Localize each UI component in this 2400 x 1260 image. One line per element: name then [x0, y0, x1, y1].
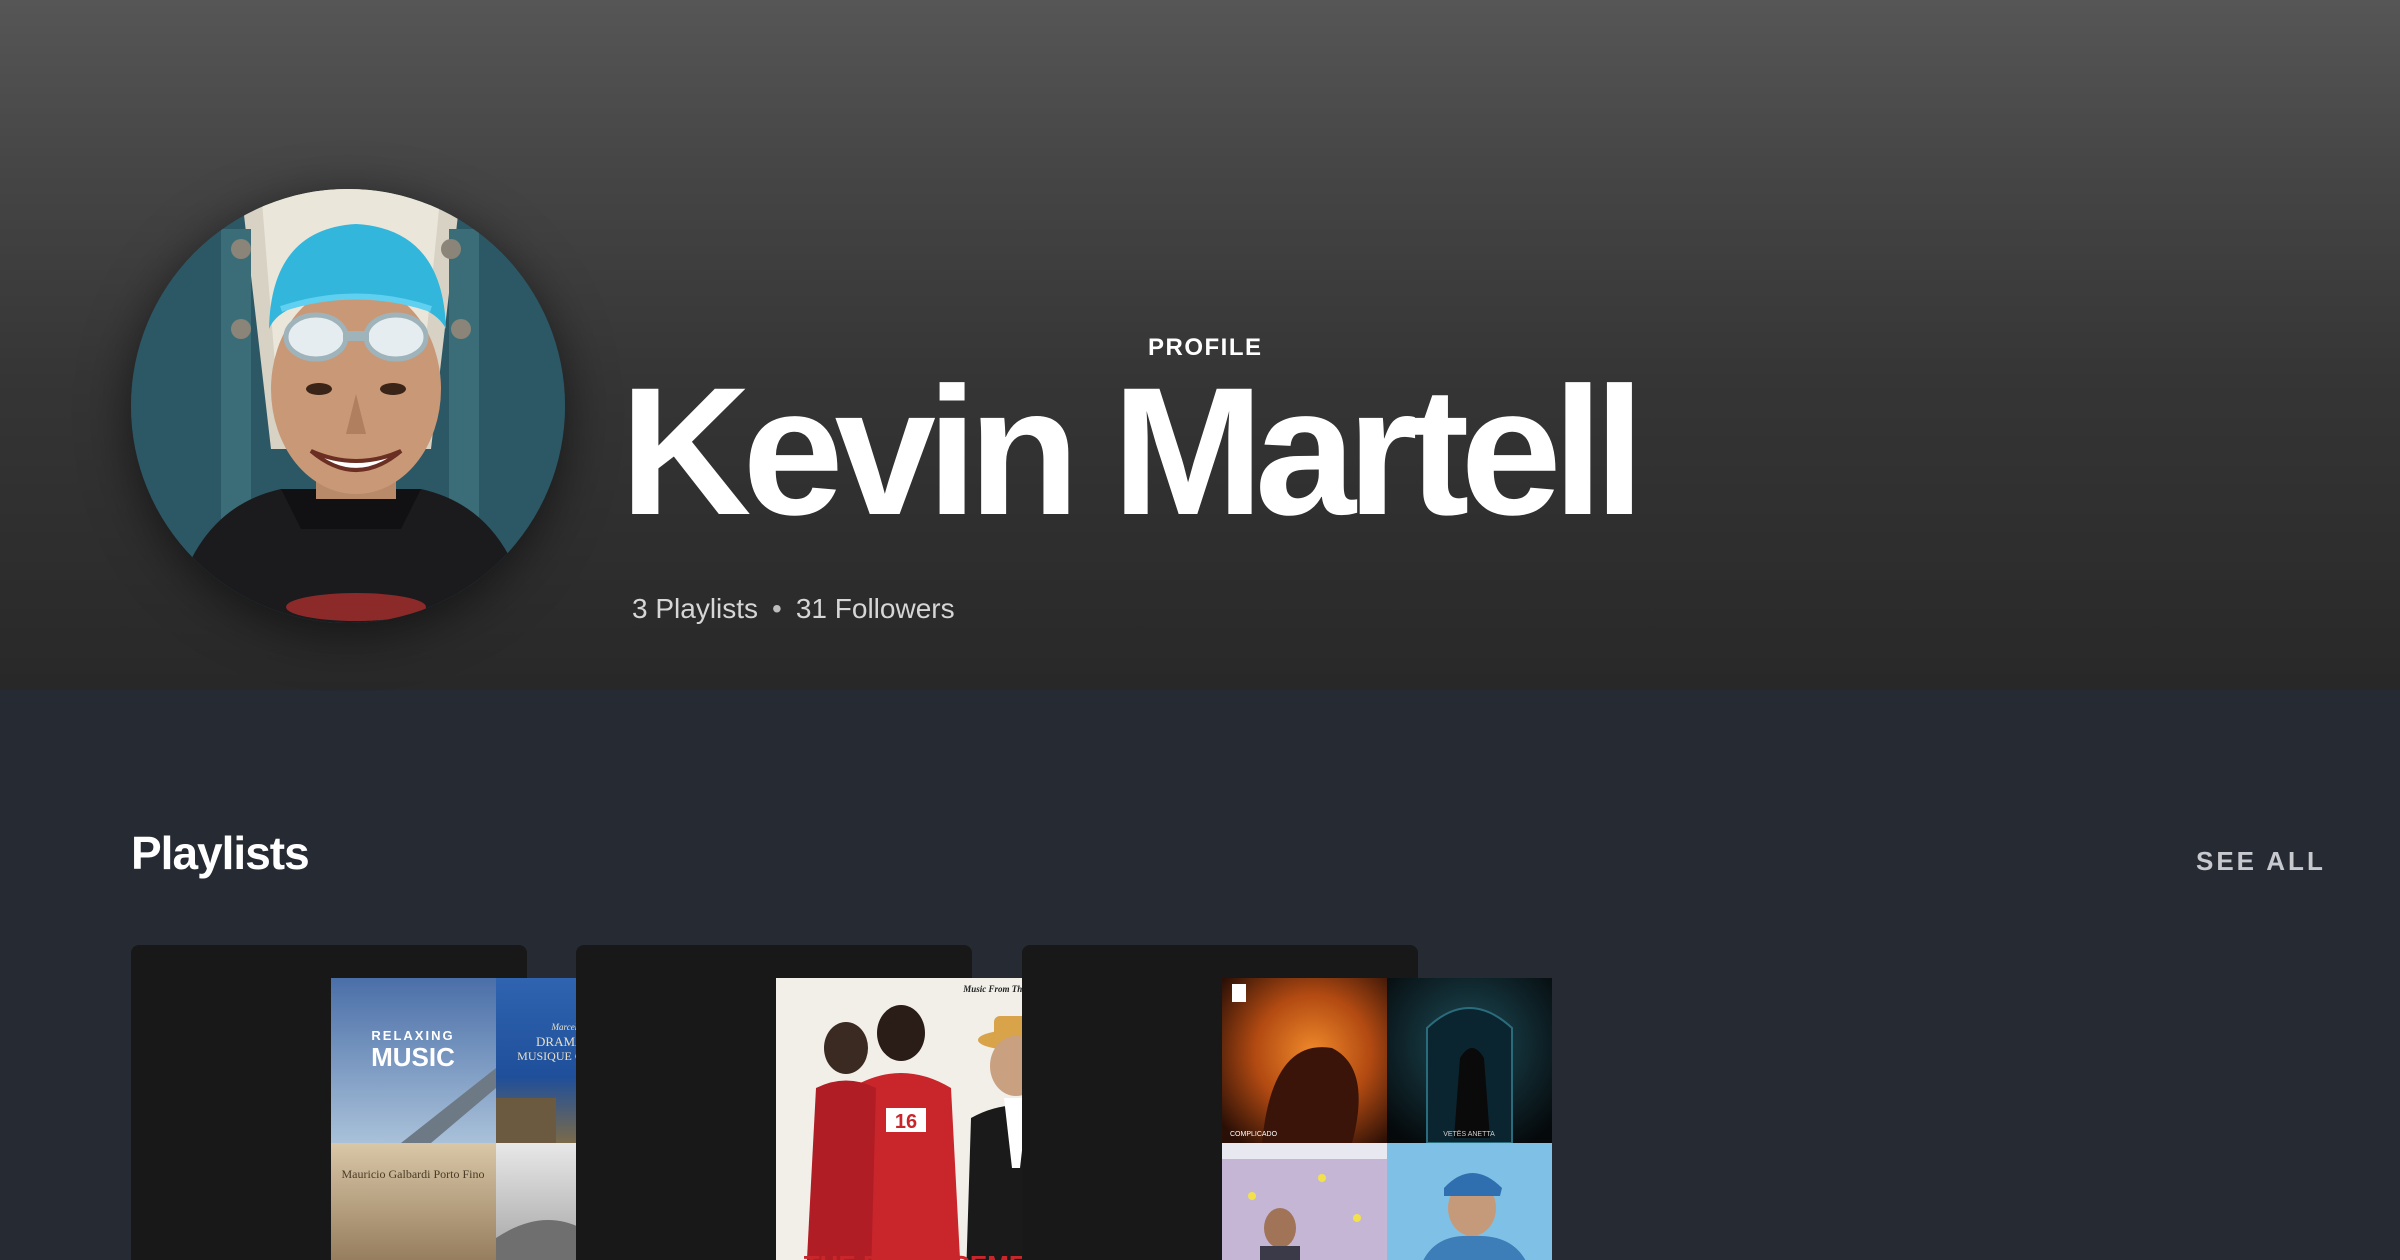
followers-count-link[interactable]: 31 Followers [796, 593, 955, 624]
cover-tile-text: Mauricio Galbardi Porto Fino [342, 1167, 485, 1181]
profile-name: Kevin Martell [620, 349, 1645, 553]
see-all-link[interactable]: SEE ALL [2196, 846, 2326, 877]
cover-tile-text: VETËS ANETTA [1443, 1130, 1495, 1138]
cover-tile-text: COMPLICADO [1230, 1131, 1278, 1138]
profile-avatar[interactable] [131, 189, 565, 623]
stats-separator: • [772, 593, 782, 624]
profile-stats: 3 Playlists • 31 Followers [632, 593, 955, 625]
playlists-count-link[interactable]: 3 Playlists [632, 593, 758, 624]
svg-text:16: 16 [895, 1111, 917, 1133]
profile-header: PROFILE Kevin Martell 3 Playlists • 31 Fol… [0, 0, 2400, 690]
playlist-mosaic-3: COMPLICADO VETËS ANETTA [1222, 978, 1552, 1260]
cover-tile-text: MUSIC [371, 1042, 455, 1072]
avatar-photo-icon [131, 189, 565, 623]
playlist-cover-3[interactable]: COMPLICADO VETËS ANETTA [1222, 978, 1552, 1260]
cover-tile-text: RELAXING [371, 1028, 454, 1043]
playlists-section-title: Playlists [131, 827, 310, 879]
profile-page: PROFILE Kevin Martell 3 Playlists • 31 Fol… [0, 0, 2400, 1260]
